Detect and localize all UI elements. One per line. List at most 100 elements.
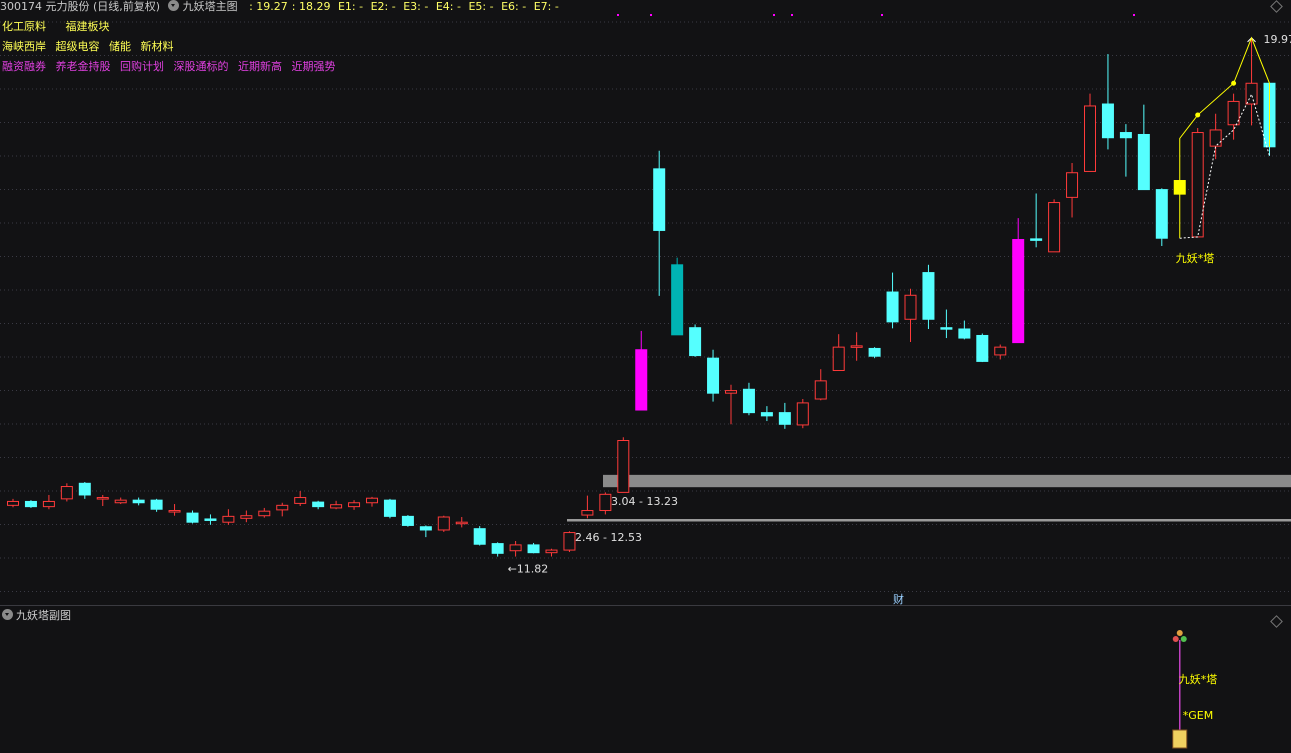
- candle-body: [545, 549, 558, 554]
- finance-marker: 财: [893, 592, 904, 606]
- candle-body: [1209, 129, 1222, 147]
- candle-body: [132, 499, 145, 504]
- candle-body: [186, 512, 199, 523]
- marker-dot: [1133, 14, 1135, 16]
- zone-band: [603, 474, 1291, 488]
- candle-body: [617, 440, 630, 493]
- panel-divider[interactable]: [0, 605, 1291, 606]
- candle-body: [742, 388, 755, 414]
- candle-body: [1084, 105, 1096, 172]
- candle-body: [1066, 172, 1079, 198]
- candle-body: [1030, 238, 1043, 241]
- tag[interactable]: 海峡西岸: [2, 40, 46, 53]
- tower-label: 九妖*塔: [1176, 251, 1215, 265]
- candle-body: [294, 497, 307, 504]
- candle-body: [7, 500, 19, 506]
- candle-body: [689, 327, 702, 357]
- tag[interactable]: 化工原料: [2, 20, 46, 33]
- candle-body: [509, 544, 522, 552]
- candle-body: [204, 518, 217, 521]
- candle-body: [60, 486, 73, 500]
- candle-body: [940, 327, 953, 330]
- candle-body: [725, 390, 737, 394]
- tag[interactable]: 养老金持股: [56, 60, 111, 73]
- collapse-icon[interactable]: [2, 609, 13, 620]
- candle-body: [1048, 202, 1061, 253]
- candle-body: [78, 482, 91, 496]
- candle-body: [96, 497, 109, 500]
- tower-node: [1195, 112, 1201, 118]
- signal-dot-orange: [1176, 630, 1183, 636]
- candle-body: [850, 345, 863, 348]
- candle-body: [1245, 82, 1258, 105]
- candle-body: [168, 510, 181, 513]
- candle-body: [455, 521, 468, 525]
- candle-body: [976, 334, 989, 362]
- high-annotation: 19.97: [1264, 33, 1291, 46]
- candle-body: [886, 291, 899, 323]
- tag[interactable]: 近期强势: [292, 60, 336, 73]
- candlestick-chart[interactable]: 13.04 - 13.23 12.46 - 12.53 ←11.82 19.97 九妖*…: [0, 0, 1291, 753]
- candle-body: [599, 493, 612, 512]
- sector-tags: 化工原料 福建板块: [2, 18, 126, 34]
- candle-body: [276, 504, 289, 511]
- subchart-header[interactable]: 九妖塔副图: [2, 607, 71, 623]
- signal-dot-green: [1180, 636, 1187, 642]
- candle-body: [491, 543, 504, 554]
- candle-body: [868, 347, 881, 357]
- marker-dot: [617, 14, 619, 16]
- candle-body: [150, 499, 163, 510]
- feature-tags: 融资融券 养老金持股 回购计划 深股通标的 近期新高 近期强势: [2, 58, 342, 74]
- candle-body: [1137, 133, 1150, 191]
- tag[interactable]: 超级电容: [56, 40, 100, 53]
- signal-dot-red: [1172, 636, 1179, 642]
- candle-body: [1101, 103, 1114, 139]
- concept-tags: 海峡西岸 超级电容 储能 新材料: [2, 38, 180, 54]
- marker-dot: [881, 14, 883, 16]
- subchart-label: 九妖*塔: [1179, 672, 1218, 686]
- candle-body: [904, 294, 917, 320]
- candle-body: [42, 500, 55, 508]
- candle-body: [707, 357, 720, 394]
- tag[interactable]: 新材料: [141, 40, 174, 53]
- candle-body: [114, 499, 127, 504]
- candle-body: [581, 510, 594, 516]
- candle-body: [563, 532, 576, 551]
- candle-body: [1155, 189, 1168, 239]
- zone-label: 12.46 - 12.53: [568, 531, 642, 544]
- tag[interactable]: 回购计划: [120, 60, 164, 73]
- low-annotation: ←11.82: [508, 562, 549, 575]
- candle-body: [778, 412, 791, 425]
- candle-body: [760, 412, 773, 417]
- candle-body: [1012, 239, 1025, 344]
- candle-body: [922, 272, 935, 320]
- candle-body: [222, 515, 235, 523]
- candle-body: [527, 544, 540, 554]
- candle-body: [24, 500, 37, 508]
- subchart-title: 九妖塔副图: [16, 609, 71, 622]
- candle-body: [330, 504, 343, 509]
- candle-body: [258, 510, 271, 517]
- tag[interactable]: 深股通标的: [174, 60, 229, 73]
- tower-node: [1231, 80, 1237, 86]
- candle-body: [653, 168, 666, 231]
- candle-body: [671, 264, 684, 336]
- candle-body: [832, 346, 845, 371]
- zone-label: 13.04 - 13.23: [604, 495, 678, 508]
- candle-body: [366, 497, 378, 504]
- tag[interactable]: 融资融券: [2, 60, 46, 73]
- candle-body: [994, 346, 1007, 356]
- candle-body: [240, 515, 253, 519]
- candle-body: [473, 528, 486, 545]
- marker-dot: [791, 14, 793, 16]
- candle-body: [1119, 132, 1132, 139]
- candle-body: [635, 349, 648, 411]
- candle-body: [383, 499, 396, 517]
- candle-body: [401, 515, 414, 526]
- candle-body: [348, 502, 361, 508]
- tag[interactable]: 福建板块: [66, 20, 110, 33]
- tag[interactable]: 储能: [109, 40, 131, 53]
- marker-dot: [773, 14, 775, 16]
- tag[interactable]: 近期新高: [238, 60, 282, 73]
- subchart-label: *GEM: [1183, 709, 1213, 722]
